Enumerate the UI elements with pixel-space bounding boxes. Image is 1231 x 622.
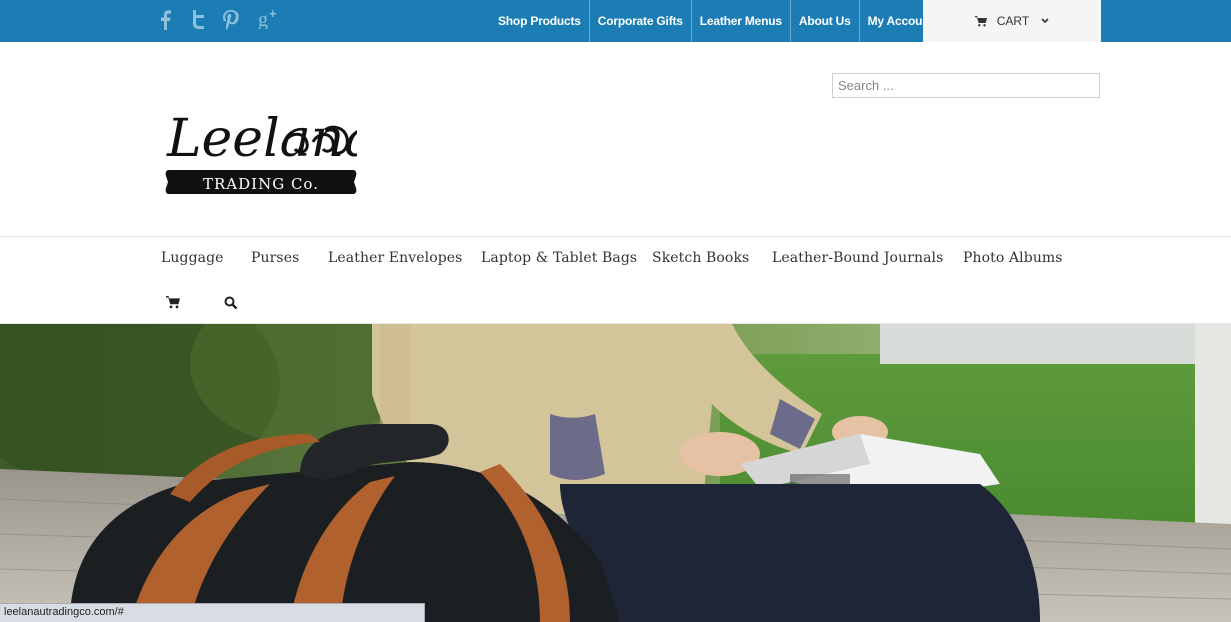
- top-nav-corporate-gifts[interactable]: Corporate Gifts: [590, 0, 692, 42]
- top-nav-shop-products[interactable]: Shop Products: [490, 0, 590, 42]
- nav-purses[interactable]: Purses: [251, 250, 299, 266]
- site-logo[interactable]: Leelanau TRADING Co.: [165, 80, 409, 204]
- top-nav-about-us[interactable]: About Us: [791, 0, 860, 42]
- chevron-down-icon: [1041, 18, 1049, 24]
- nav-leather-envelopes[interactable]: Leather Envelopes: [328, 250, 462, 266]
- nav-sketch-books[interactable]: Sketch Books: [652, 250, 749, 266]
- nav-leather-bound-journals[interactable]: Leather-Bound Journals: [772, 250, 943, 266]
- nav-search-icon[interactable]: [224, 296, 238, 310]
- cart-icon: [974, 15, 987, 27]
- logo-subtitle: TRADING Co.: [203, 175, 319, 193]
- cart-label: CART: [996, 14, 1030, 28]
- pinterest-icon[interactable]: [222, 9, 240, 31]
- search-input[interactable]: [832, 73, 1100, 98]
- nav-photo-albums[interactable]: Photo Albums: [963, 250, 1063, 266]
- top-nav-leather-menus[interactable]: Leather Menus: [692, 0, 791, 42]
- logo-title: Leelanau: [166, 109, 357, 169]
- hero-image[interactable]: [0, 324, 1231, 622]
- google-plus-icon[interactable]: g +: [258, 7, 282, 29]
- header-divider: [0, 236, 1231, 237]
- top-bar: g + Shop Products Corporate Gifts Leather…: [0, 0, 1231, 42]
- nav-laptop-tablet-bags[interactable]: Laptop & Tablet Bags: [481, 250, 637, 266]
- twitter-icon[interactable]: [191, 9, 206, 29]
- browser-status-bar: leelanautradingco.com/#: [0, 603, 425, 622]
- svg-text:g: g: [258, 9, 268, 29]
- facebook-icon[interactable]: [160, 10, 171, 30]
- cart-dropdown[interactable]: CART: [923, 0, 1101, 42]
- top-nav: Shop Products Corporate Gifts Leather Me…: [490, 0, 941, 42]
- nav-luggage[interactable]: Luggage: [161, 250, 224, 266]
- main-nav: Luggage Purses Leather Envelopes Laptop …: [0, 250, 1231, 270]
- svg-text:+: +: [269, 7, 277, 21]
- nav-cart-icon[interactable]: [166, 296, 180, 309]
